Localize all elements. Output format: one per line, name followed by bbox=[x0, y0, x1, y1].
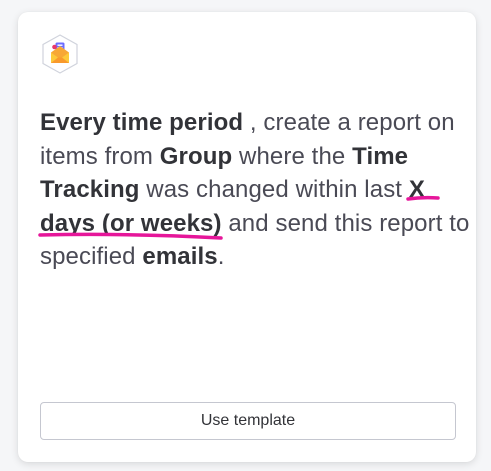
recipe-field-group[interactable]: Group bbox=[160, 143, 233, 170]
recipe-text: where the bbox=[232, 142, 353, 170]
recipe-text: . bbox=[217, 243, 225, 270]
recipe-field-emails[interactable]: emails bbox=[142, 243, 217, 270]
recipe-sentence: Every time period , create a report on i… bbox=[40, 106, 470, 274]
template-card[interactable]: Every time period , create a report on i… bbox=[18, 12, 476, 462]
recipe-field-time-period[interactable]: Every time period bbox=[40, 109, 243, 136]
use-template-button[interactable]: Use template bbox=[40, 402, 456, 440]
envelope-report-icon bbox=[40, 34, 80, 74]
recipe-text: was changed within last bbox=[139, 176, 409, 203]
